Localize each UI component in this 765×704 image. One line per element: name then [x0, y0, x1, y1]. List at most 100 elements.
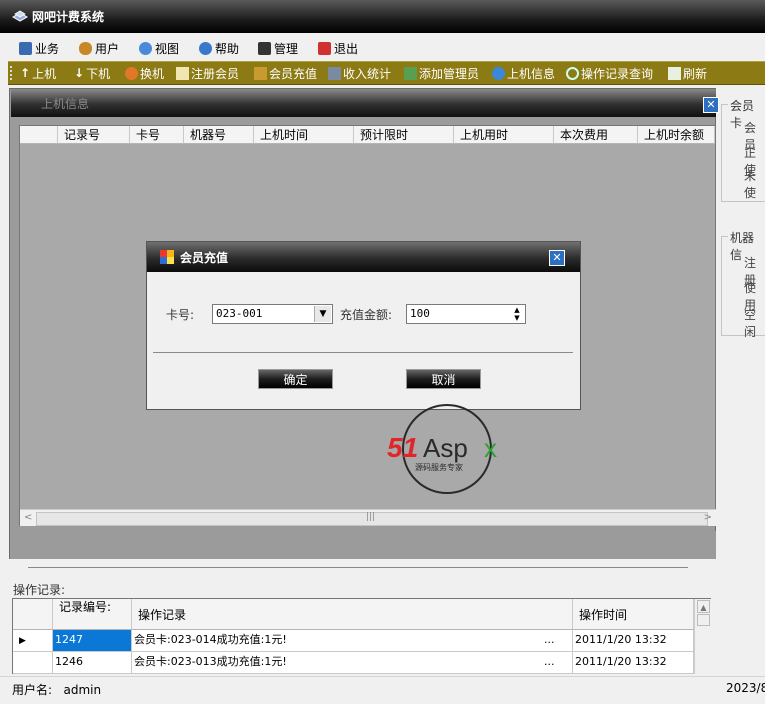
svg-text:x: x	[484, 433, 497, 463]
tool-switch[interactable]: 换机	[125, 65, 164, 81]
tool-label: 收入统计	[343, 66, 392, 81]
menu-label: 用户	[95, 41, 120, 56]
ok-button[interactable]: 确定	[258, 369, 333, 389]
menu-label: 退出	[334, 41, 359, 56]
column-header[interactable]: 记录号	[58, 126, 130, 144]
log-cell-id[interactable]: 1246	[53, 652, 132, 674]
menu-view[interactable]: 视图	[139, 40, 179, 56]
chevron-down-icon[interactable]: ▼	[314, 306, 331, 322]
column-header[interactable]: 上机用时	[454, 126, 554, 144]
log-column-header[interactable]: 操作记录	[132, 599, 573, 630]
user-label-text: 用户名:	[12, 683, 53, 697]
svg-text:Asp: Asp	[423, 433, 468, 463]
business-icon	[19, 41, 32, 55]
tool-label: 换机	[140, 66, 165, 81]
tool-logoff[interactable]: ↓ 下机	[74, 65, 110, 81]
logon-info-title: 上机信息	[41, 97, 90, 111]
splitter[interactable]	[10, 559, 716, 577]
status-date: 2023/8	[726, 681, 765, 695]
tool-label: 会员充值	[269, 66, 318, 81]
scroll-thumb[interactable]	[697, 614, 710, 626]
log-row-header	[13, 599, 53, 630]
log-column-header[interactable]: 操作时间	[573, 599, 694, 630]
tool-refresh[interactable]: 刷新	[668, 65, 707, 81]
scroll-up-icon[interactable]: ▲	[697, 600, 710, 613]
add-user-icon	[404, 66, 417, 80]
scroll-left-icon[interactable]: <	[24, 512, 32, 523]
menu-exit[interactable]: 退出	[318, 40, 358, 56]
tool-label: 下机	[86, 66, 111, 81]
menu-business[interactable]: 业务	[19, 40, 59, 56]
svg-text:51: 51	[387, 432, 418, 463]
close-icon[interactable]: ✕	[703, 97, 719, 113]
menu-manage[interactable]: 管理	[258, 40, 298, 56]
tools-icon	[328, 66, 341, 80]
dialog-close-icon[interactable]: ✕	[549, 250, 565, 266]
toolbar-grip	[10, 66, 12, 80]
log-cell-more[interactable]: ...	[542, 630, 573, 652]
cancel-button[interactable]: 取消	[406, 369, 481, 389]
menu-help[interactable]: 帮助	[199, 40, 239, 56]
tool-add-admin[interactable]: 添加管理员	[404, 65, 479, 81]
tool-label: 刷新	[683, 66, 708, 81]
info-icon	[492, 66, 505, 80]
window-title: 网吧计费系统	[32, 10, 105, 24]
menu-label: 帮助	[215, 41, 240, 56]
log-cell-record[interactable]: 会员卡:023-014成功充值:1元!	[132, 630, 542, 652]
row-selector-icon[interactable]: ▶	[13, 630, 53, 652]
recharge-dialog-header[interactable]: 会员充值	[147, 242, 580, 272]
tool-label: 上机	[32, 66, 57, 81]
register-icon	[176, 66, 189, 80]
switch-icon	[125, 66, 138, 80]
scroll-right-icon[interactable]: >	[704, 512, 712, 523]
refresh-icon	[668, 66, 681, 80]
column-header[interactable]: 本次费用	[554, 126, 638, 144]
menu-label: 业务	[35, 41, 60, 56]
column-header[interactable]: 卡号	[130, 126, 184, 144]
column-header[interactable]: 机器号	[184, 126, 254, 144]
tool-label: 添加管理员	[419, 66, 480, 81]
dialog-divider	[153, 352, 573, 353]
search-icon	[566, 66, 579, 80]
app-icon	[12, 10, 28, 22]
menu-bar: 业务 用户 视图 帮助 管理 退出	[0, 35, 765, 61]
amount-value: 100	[410, 307, 430, 320]
card-label: 卡号:	[166, 308, 195, 322]
vertical-scrollbar[interactable]: ▲	[694, 599, 711, 674]
log-column-header[interactable]: 记录编号:	[53, 599, 132, 630]
card-value: 023-001	[216, 307, 263, 320]
menu-label: 视图	[155, 41, 180, 56]
menu-user[interactable]: 用户	[79, 40, 119, 56]
column-header[interactable]: 上机时余额	[638, 126, 715, 144]
tool-logon-info[interactable]: 上机信息	[492, 65, 555, 81]
log-cell-time[interactable]: 2011/1/20 13:32	[573, 630, 694, 652]
tool-label: 上机信息	[507, 66, 556, 81]
log-cell-more[interactable]: ...	[542, 652, 573, 674]
log-cell-id[interactable]: 1247	[53, 630, 132, 652]
svg-text:源码服务专家: 源码服务专家	[415, 462, 463, 472]
tool-label: 操作记录查询	[581, 66, 654, 81]
tool-register[interactable]: 注册会员	[176, 65, 239, 81]
amount-stepper[interactable]: 100 ▲ ▼	[406, 304, 526, 324]
column-header[interactable]: 预计限时	[354, 126, 454, 144]
tool-log-query[interactable]: 操作记录查询	[566, 65, 653, 81]
column-header[interactable]: 上机时间	[254, 126, 354, 144]
spin-arrows-icon[interactable]: ▲ ▼	[511, 306, 523, 322]
divider	[28, 567, 688, 568]
toolbar: ↑ 上机 ↓ 下机 换机 注册会员 会员充值 收入统计 添加管理员 上机信息 操…	[8, 61, 765, 85]
row-selector[interactable]	[13, 652, 53, 674]
log-cell-time[interactable]: 2011/1/20 13:32	[573, 652, 694, 674]
tool-logon[interactable]: ↑ 上机	[20, 65, 56, 81]
tool-income[interactable]: 收入统计	[328, 65, 391, 81]
log-cell-record[interactable]: 会员卡:023-013成功充值:1元!	[132, 652, 542, 674]
tool-recharge[interactable]: 会员充值	[254, 65, 317, 81]
horizontal-scrollbar[interactable]: < ||| >	[20, 509, 716, 526]
card-number-select[interactable]: 023-001 ▼	[212, 304, 333, 324]
status-bar: 用户名: admin 2023/8	[0, 676, 765, 704]
user-label: 用户名: admin	[12, 681, 101, 698]
grid-row-header	[20, 126, 58, 144]
user-icon	[79, 41, 92, 55]
exit-icon	[318, 41, 331, 55]
log-label: 操作记录:	[13, 583, 66, 597]
help-icon	[199, 41, 212, 55]
